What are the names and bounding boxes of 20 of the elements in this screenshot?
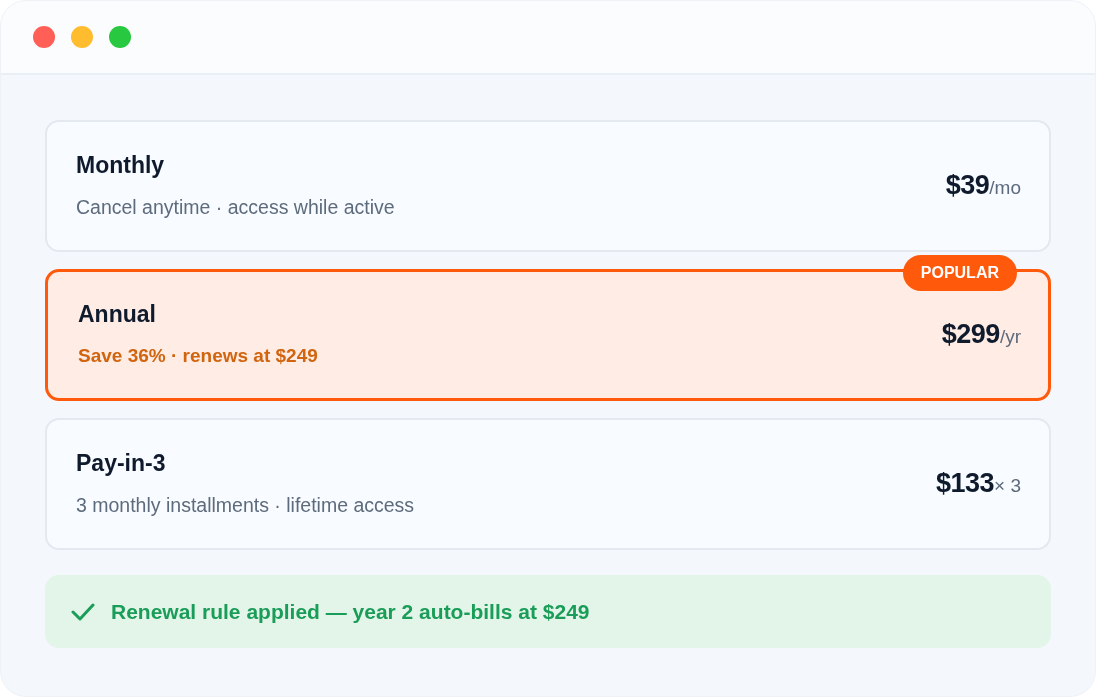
plan-description: Save 36% · renews at $249 <box>78 344 318 368</box>
plan-name: Monthly <box>76 151 166 179</box>
window-close-button[interactable] <box>33 26 55 48</box>
price-period: × 3 <box>994 475 1021 499</box>
price-period: /mo <box>989 177 1021 201</box>
plan-price: $133 <box>935 467 995 501</box>
plan-option[interactable]: Pay-in-3 3 monthly installments · lifetime access $133× 3 <box>45 418 1051 550</box>
price-period: /yr <box>999 326 1021 350</box>
plan-price: $39 <box>945 169 990 203</box>
window-zoom-button[interactable] <box>109 26 131 48</box>
popular-badge: POPULAR <box>902 255 1017 291</box>
plan-option[interactable]: Monthly Cancel anytime · access while active $39/mo <box>45 120 1051 252</box>
plan-name: Annual <box>78 300 157 328</box>
notice-text: Renewal rule applied — year 2 auto-bills at $249 <box>111 598 590 625</box>
plan-price: $299 <box>941 318 1000 352</box>
plan-description: Cancel anytime · access while active <box>76 195 395 220</box>
plan-description: 3 monthly installments · lifetime access <box>76 493 415 518</box>
check-icon <box>71 602 95 621</box>
window-minimize-button[interactable] <box>71 26 93 48</box>
plan-name: Pay-in-3 <box>76 449 167 477</box>
